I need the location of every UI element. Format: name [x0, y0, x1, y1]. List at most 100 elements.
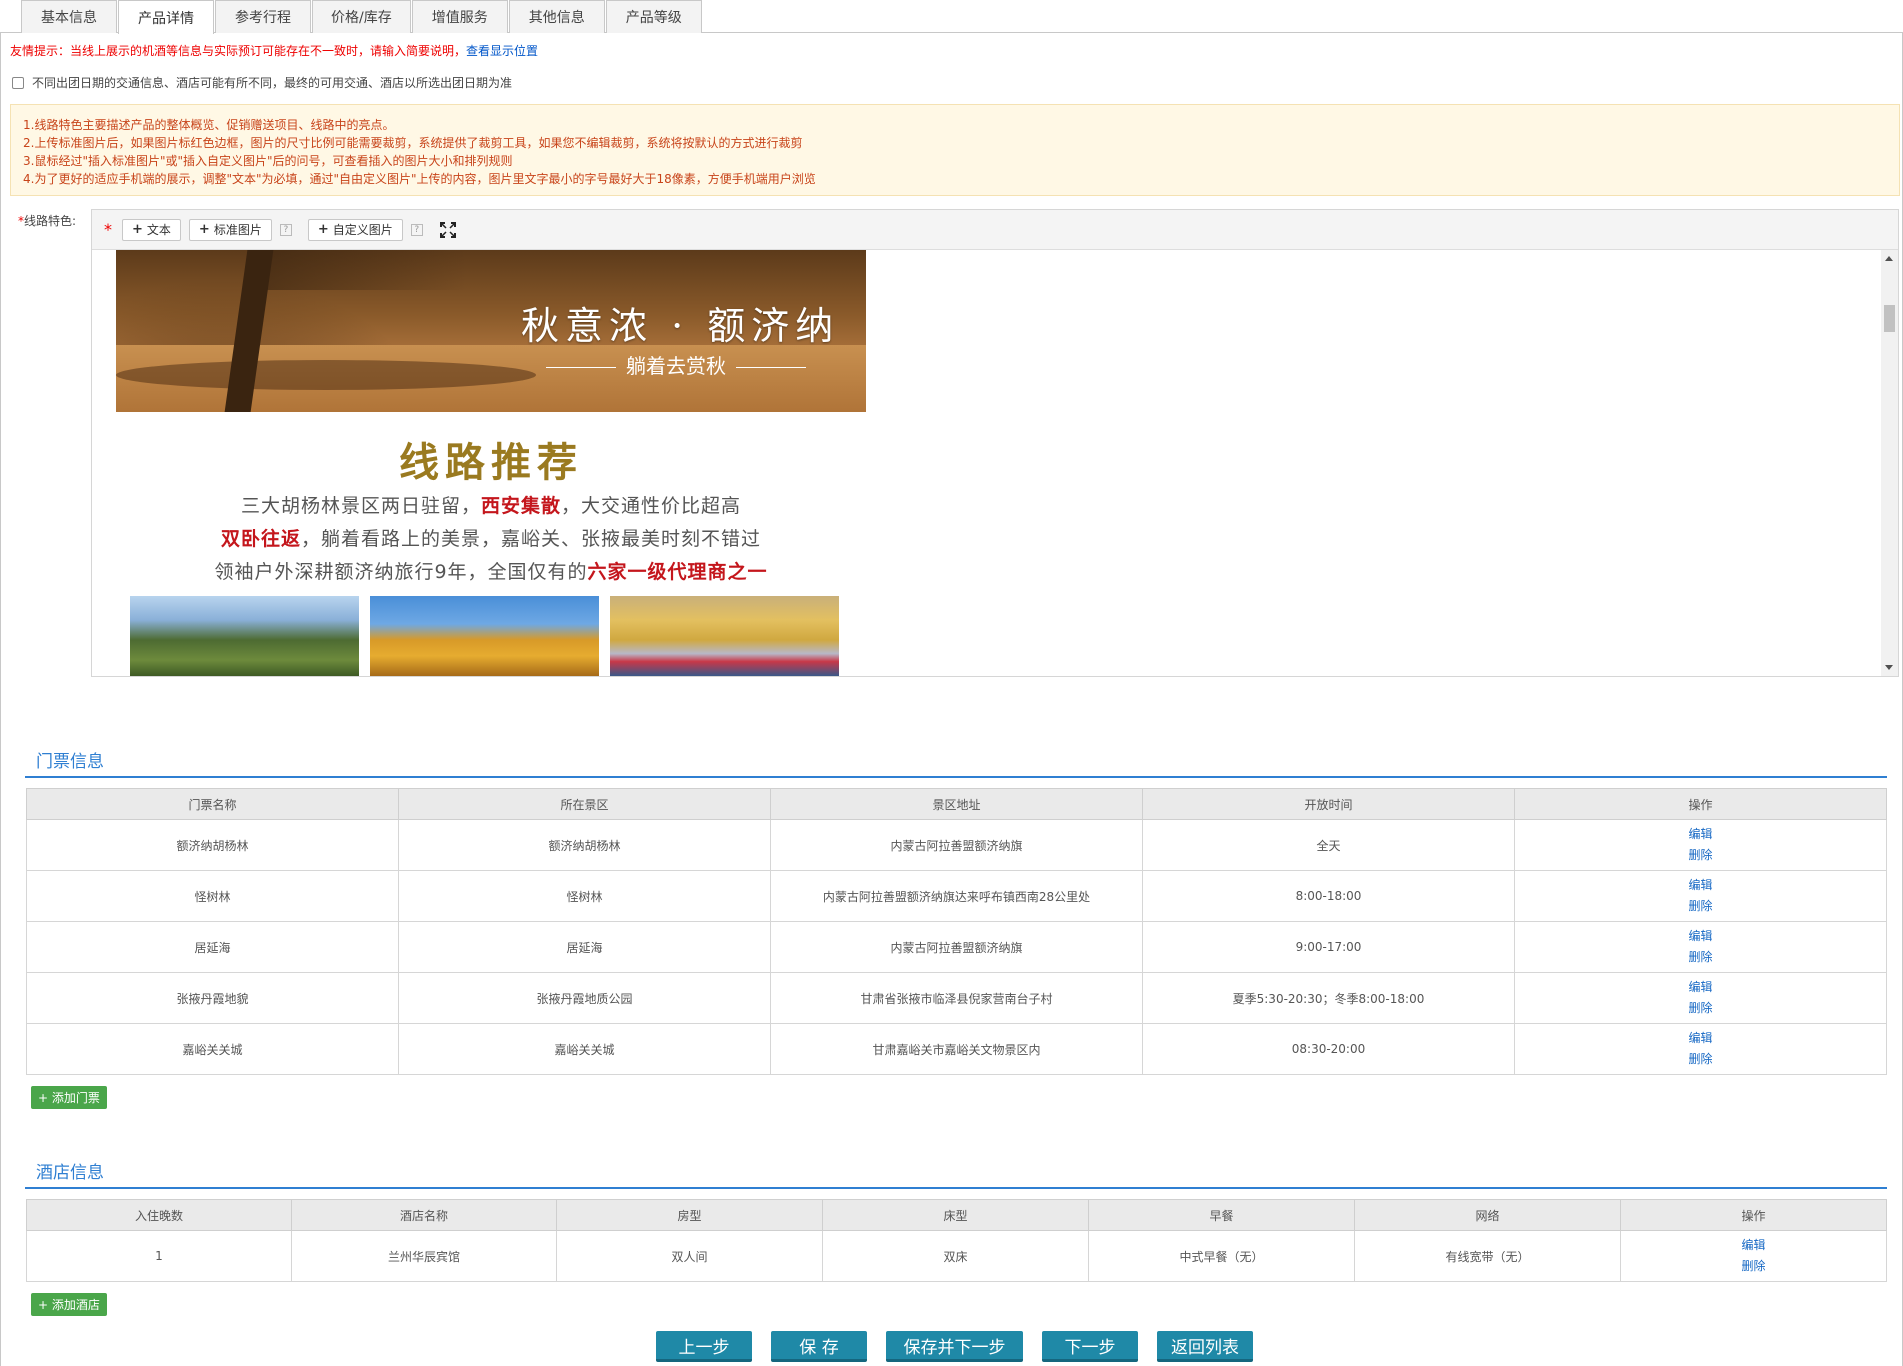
delete-link[interactable]: 删除: [1688, 900, 1712, 913]
prev-step-button[interactable]: 上一步: [656, 1331, 752, 1362]
ticket-hours: 08:30-20:00: [1142, 1023, 1515, 1075]
insert-std-image-button[interactable]: + 标准图片: [188, 218, 272, 241]
row-actions: 编辑 删除: [1514, 1023, 1887, 1075]
edit-link[interactable]: 编辑: [1688, 1032, 1712, 1045]
ticket-scenic: 张掖丹霞地质公园: [398, 972, 771, 1024]
save-and-next-button[interactable]: 保存并下一步: [886, 1331, 1023, 1362]
scroll-down-icon[interactable]: [1885, 665, 1893, 670]
required-mark: *: [104, 220, 112, 239]
tip-text: 友情提示：当线上展示的机酒等信息与实际预订可能存在不一致时，请输入简要说明，查看…: [10, 42, 538, 59]
tab-price-stock[interactable]: 价格/库存: [312, 0, 411, 33]
scroll-thumb[interactable]: [1884, 305, 1895, 332]
table-row: 嘉峪关关城 嘉峪关关城 甘肃嘉峪关市嘉峪关文物景区内 08:30-20:00 编…: [26, 1023, 1887, 1075]
row-actions: 编辑 删除: [1620, 1230, 1887, 1282]
edit-link[interactable]: 编辑: [1688, 981, 1712, 994]
banner-title: 秋意浓 · 额济纳: [521, 304, 840, 348]
ticket-hours: 9:00-17:00: [1142, 921, 1515, 973]
delete-link[interactable]: 删除: [1688, 1002, 1712, 1015]
save-button[interactable]: 保 存: [771, 1331, 867, 1362]
section-divider: [25, 1187, 1887, 1189]
ticket-address: 甘肃嘉峪关市嘉峪关文物景区内: [770, 1023, 1143, 1075]
add-hotel-button[interactable]: + 添加酒店: [31, 1293, 107, 1316]
help-icon[interactable]: ?: [410, 223, 423, 236]
edit-link[interactable]: 编辑: [1741, 1239, 1765, 1252]
photo-strip: [130, 596, 850, 676]
add-ticket-button[interactable]: + 添加门票: [31, 1086, 107, 1109]
tip-message: 友情提示：当线上展示的机酒等信息与实际预订可能存在不一致时，请输入简要说明，: [10, 44, 467, 58]
tickets-table: 门票名称 所在景区 景区地址 开放时间 操作 额济纳胡杨林 额济纳胡杨林 内蒙古…: [26, 788, 1887, 1075]
column-header: 网络: [1354, 1199, 1621, 1231]
column-header: 酒店名称: [291, 1199, 557, 1231]
notice-line: 2.上传标准图片后，如果图片标红色边框，图片的尺寸比例可能需要裁剪，系统提供了裁…: [23, 136, 803, 150]
tab-basic-info[interactable]: 基本信息: [21, 0, 117, 33]
insert-text-button[interactable]: + 文本: [122, 218, 181, 241]
tab-itinerary[interactable]: 参考行程: [215, 0, 311, 33]
notice-line: 3.鼠标经过"插入标准图片"或"插入自定义图片"后的问号，可查看插入的图片大小和…: [23, 154, 513, 168]
delete-link[interactable]: 删除: [1688, 849, 1712, 862]
insert-custom-image-label: 自定义图片: [332, 223, 393, 237]
ticket-address: 内蒙古阿拉善盟额济纳旗: [770, 921, 1143, 973]
route-text: ，躺着看路上的美景，嘉峪关、张掖最美时刻不错过: [301, 528, 762, 550]
column-header: 门票名称: [26, 788, 399, 820]
hotel-network: 有线宽带（无）: [1354, 1230, 1621, 1282]
route-text: 领袖户外深耕额济纳旅行9年，全国仅有的: [214, 561, 588, 583]
tab-value-added[interactable]: 增值服务: [411, 0, 508, 33]
plus-icon: +: [198, 222, 210, 237]
ticket-scenic: 居延海: [398, 921, 771, 973]
ticket-name: 怪树林: [26, 870, 399, 922]
hotel-room-type: 双人间: [556, 1230, 823, 1282]
help-icon[interactable]: ?: [279, 223, 292, 236]
route-line-2: 双卧往返，躺着看路上的美景，嘉峪关、张掖最美时刻不错过: [116, 524, 866, 551]
banner-subtitle: 躺着去赏秋: [521, 350, 831, 379]
ticket-address: 甘肃省张掖市临泽县倪家营南台子村: [770, 972, 1143, 1024]
delete-link[interactable]: 删除: [1688, 951, 1712, 964]
route-highlight: 西安集散: [480, 495, 561, 517]
column-header: 所在景区: [398, 788, 771, 820]
hotels-section-title: 酒店信息: [36, 1163, 104, 1183]
photo-forest: [130, 596, 359, 676]
photo-group: [610, 596, 839, 676]
edit-link[interactable]: 编辑: [1688, 879, 1712, 892]
column-header: 房型: [556, 1199, 823, 1231]
row-actions: 编辑 删除: [1514, 921, 1887, 973]
editor-scrollbar[interactable]: [1881, 250, 1898, 676]
table-header-row: 门票名称 所在景区 景区地址 开放时间 操作: [26, 788, 1887, 820]
ticket-name: 额济纳胡杨林: [26, 819, 399, 871]
column-header: 入住晚数: [26, 1199, 292, 1231]
edit-link[interactable]: 编辑: [1688, 930, 1712, 943]
view-position-link[interactable]: 查看显示位置: [466, 44, 538, 58]
editor-content[interactable]: 秋意浓 · 额济纳 躺着去赏秋 线路推荐 三大胡杨林景区两日驻留，西安集散，大交…: [92, 250, 1898, 676]
route-highlight: 六家一级代理商之一: [587, 561, 768, 583]
date-option-checkbox[interactable]: [12, 76, 24, 89]
ticket-address: 内蒙古阿拉善盟额济纳旗达来呼布镇西南28公里处: [770, 870, 1143, 922]
ticket-scenic: 额济纳胡杨林: [398, 819, 771, 871]
row-actions: 编辑 删除: [1514, 972, 1887, 1024]
next-step-button[interactable]: 下一步: [1042, 1331, 1138, 1362]
hotel-name: 兰州华辰宾馆: [291, 1230, 557, 1282]
delete-link[interactable]: 删除: [1741, 1260, 1765, 1273]
back-to-list-button[interactable]: 返回列表: [1157, 1331, 1253, 1362]
tab-product-grade[interactable]: 产品等级: [605, 0, 702, 33]
route-line-1: 三大胡杨林景区两日驻留，西安集散，大交通性价比超高: [116, 491, 866, 518]
scroll-up-icon[interactable]: [1885, 256, 1893, 261]
column-header: 开放时间: [1142, 788, 1515, 820]
edit-link[interactable]: 编辑: [1688, 828, 1712, 841]
column-header: 操作: [1514, 788, 1887, 820]
tab-bar: 基本信息 产品详情 参考行程 价格/库存 增值服务 其他信息 产品等级: [0, 0, 1903, 34]
ticket-name: 嘉峪关关城: [26, 1023, 399, 1075]
insert-custom-image-button[interactable]: + 自定义图片: [307, 218, 403, 241]
route-feature-label-text: 线路特色:: [24, 214, 77, 228]
ticket-hours: 夏季5:30-20:30；冬季8:00-18:00: [1142, 972, 1515, 1024]
route-text: ，大交通性价比超高: [561, 495, 742, 517]
delete-link[interactable]: 删除: [1688, 1053, 1712, 1066]
table-row: 张掖丹霞地貌 张掖丹霞地质公园 甘肃省张掖市临泽县倪家营南台子村 夏季5:30-…: [26, 972, 1887, 1024]
banner-decor: [116, 360, 536, 390]
hotel-breakfast: 中式早餐（无）: [1088, 1230, 1355, 1282]
tab-product-detail[interactable]: 产品详情: [118, 0, 214, 34]
notice-box: 1.线路特色主要描述产品的整体概览、促销赠送项目、线路中的亮点。 2.上传标准图…: [10, 104, 1900, 196]
table-row: 额济纳胡杨林 额济纳胡杨林 内蒙古阿拉善盟额济纳旗 全天 编辑 删除: [26, 819, 1887, 871]
tab-other-info[interactable]: 其他信息: [508, 0, 605, 33]
rich-editor: * + 文本 + 标准图片 ? + 自定义图片 ? 秋意浓 · 额济纳 躺着去赏秋 线…: [91, 209, 1899, 677]
fullscreen-icon[interactable]: [439, 221, 457, 239]
plus-icon: +: [317, 222, 329, 237]
